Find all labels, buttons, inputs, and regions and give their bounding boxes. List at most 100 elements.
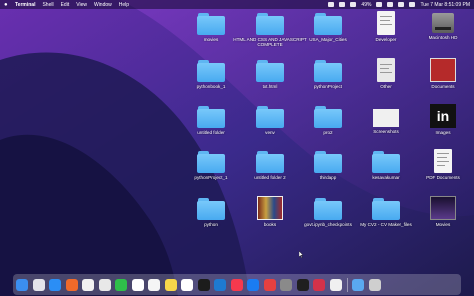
menu-bar: ● Terminal Shell Edit View Window Help 4… [0, 0, 474, 9]
item-label: pythonProject [313, 84, 343, 89]
desktop-image-documents[interactable]: Documents [415, 58, 471, 89]
music-icon[interactable] [230, 278, 243, 291]
item-label: Other [380, 84, 392, 89]
folder-icon [256, 13, 284, 35]
tv-icon[interactable] [197, 278, 210, 291]
menu-edit[interactable]: Edit [61, 2, 70, 8]
desktop-drive-macintosh-hd[interactable]: Macintosh HD [415, 11, 471, 40]
desktop-folder-venv[interactable]: venv [242, 106, 298, 135]
desktop-folder-untitled-folder[interactable]: untitled folder [183, 106, 239, 135]
dock-separator [347, 277, 348, 292]
system-settings-icon[interactable] [280, 278, 292, 291]
apple-menu-icon[interactable]: ● [4, 2, 10, 8]
word-icon[interactable] [313, 278, 325, 291]
folder-icon [197, 151, 225, 173]
camera-icon[interactable] [339, 2, 346, 7]
desktop-file-other[interactable]: Other [358, 58, 414, 89]
wifi-icon[interactable] [387, 2, 394, 7]
dock [13, 274, 461, 295]
reminders-icon[interactable] [148, 278, 160, 291]
folder-icon [372, 198, 400, 220]
downloads-icon[interactable] [352, 278, 364, 291]
desktop-folder-txt-html[interactable]: txt.html [242, 60, 298, 89]
desktop-folder-kesavakumar[interactable]: kesavakumar [358, 151, 414, 180]
desktop-folder-govt-ipynb-checkpoints[interactable]: govt.ipynb_checkpoints [296, 198, 360, 227]
desktop-file-pdf-documents[interactable]: PDF Documents [415, 149, 471, 180]
desktop-folder-usa-major-cities[interactable]: USA_Major_Cities [300, 13, 356, 42]
desktop-folder-movies[interactable]: movies [183, 13, 239, 42]
app-store-icon[interactable] [247, 278, 259, 291]
hard-drive-icon [432, 13, 454, 33]
status-area: 49% Tue 7 Mar 8:51:09 PM [323, 2, 470, 8]
folder-icon [314, 106, 342, 128]
finder-icon[interactable] [16, 278, 28, 291]
chrome-icon[interactable] [98, 278, 111, 291]
calendar-icon[interactable] [131, 278, 144, 291]
desktop-image-movies[interactable]: Movies [415, 196, 471, 227]
folder-icon [256, 106, 284, 128]
desktop-file-developer[interactable]: Developer [358, 11, 414, 42]
podcasts-icon[interactable] [181, 278, 193, 291]
photos-icon[interactable] [82, 278, 94, 291]
item-label: kesavakumar [372, 175, 400, 180]
notes-icon[interactable] [164, 278, 177, 291]
video-thumbnail-icon [430, 196, 456, 220]
desktop-image-images[interactable]: in Images [415, 104, 471, 135]
item-label: USA_Major_Cities [309, 37, 347, 42]
desktop-folder-python[interactable]: python [183, 198, 239, 227]
desktop-folder-pythonproject[interactable]: pythonProject [300, 60, 356, 89]
desktop-folder-pythonproject-1[interactable]: pythonProject_1 [183, 151, 239, 180]
folder-icon [197, 106, 225, 128]
battery-percent[interactable]: 49% [361, 2, 371, 8]
mouse-pointer-icon [299, 251, 303, 258]
item-label: Images [435, 130, 451, 135]
bluetooth-icon[interactable] [350, 2, 357, 7]
folder-icon [314, 13, 342, 35]
menu-help[interactable]: Help [119, 2, 129, 8]
document-icon [377, 58, 395, 82]
firefox-icon[interactable] [65, 278, 78, 291]
item-label: HTML AND CSS AND JAVASCRIPT COMPLETE [233, 37, 307, 48]
clock[interactable]: Tue 7 Mar 8:51:09 PM [420, 2, 470, 8]
desktop-folder-pro2[interactable]: pro2 [300, 106, 356, 135]
item-label: Movies [435, 222, 451, 227]
folder-icon [256, 60, 284, 82]
facetime-icon[interactable] [115, 278, 127, 291]
menu-app-name[interactable]: Terminal [15, 2, 35, 8]
folder-icon [256, 151, 284, 173]
menu-view[interactable]: View [76, 2, 87, 8]
item-label: untitled folder [197, 130, 225, 135]
vscode-icon[interactable] [214, 278, 226, 291]
item-label: Screenshots [373, 129, 399, 134]
item-label: thirdapp [319, 175, 337, 180]
preview-icon[interactable] [329, 278, 342, 291]
item-label: pro2 [323, 130, 333, 135]
menu-shell[interactable]: Shell [42, 2, 53, 8]
search-icon[interactable] [398, 2, 405, 7]
item-label: venv [265, 130, 275, 135]
trash-icon[interactable] [368, 278, 381, 291]
terminal-icon[interactable] [296, 278, 309, 291]
launchpad-icon[interactable] [32, 278, 45, 291]
desktop-folder-untitled-folder-2[interactable]: untitled folder 2 [242, 151, 298, 180]
desktop-folder-my-cv2-files[interactable]: My CV2 - CV Maker_files [354, 198, 418, 227]
folder-icon [197, 60, 225, 82]
desktop-folder-thirdapp[interactable]: thirdapp [300, 151, 356, 180]
folder-icon [314, 151, 342, 173]
item-label: pythonProject_1 [194, 175, 228, 180]
safari-icon[interactable] [49, 278, 61, 291]
desktop-image-books[interactable]: books [242, 196, 298, 227]
mail-icon[interactable] [263, 278, 276, 291]
desktop-file-screenshots[interactable]: Screenshots [358, 106, 414, 134]
menu-window[interactable]: Window [94, 2, 112, 8]
item-label: My CV2 - CV Maker_files [360, 222, 412, 227]
linkedin-thumbnail-icon: in [430, 104, 456, 128]
record-icon[interactable] [328, 2, 335, 7]
folder-icon [314, 198, 342, 220]
control-center-icon[interactable] [409, 2, 416, 7]
folder-icon [314, 60, 342, 82]
battery-icon[interactable] [376, 2, 383, 7]
item-label: Developer [375, 37, 397, 42]
desktop-folder-pythonbook-1[interactable]: pythonbook_1 [183, 60, 239, 89]
desktop-folder-html-css-js[interactable]: HTML AND CSS AND JAVASCRIPT COMPLETE [233, 13, 307, 47]
